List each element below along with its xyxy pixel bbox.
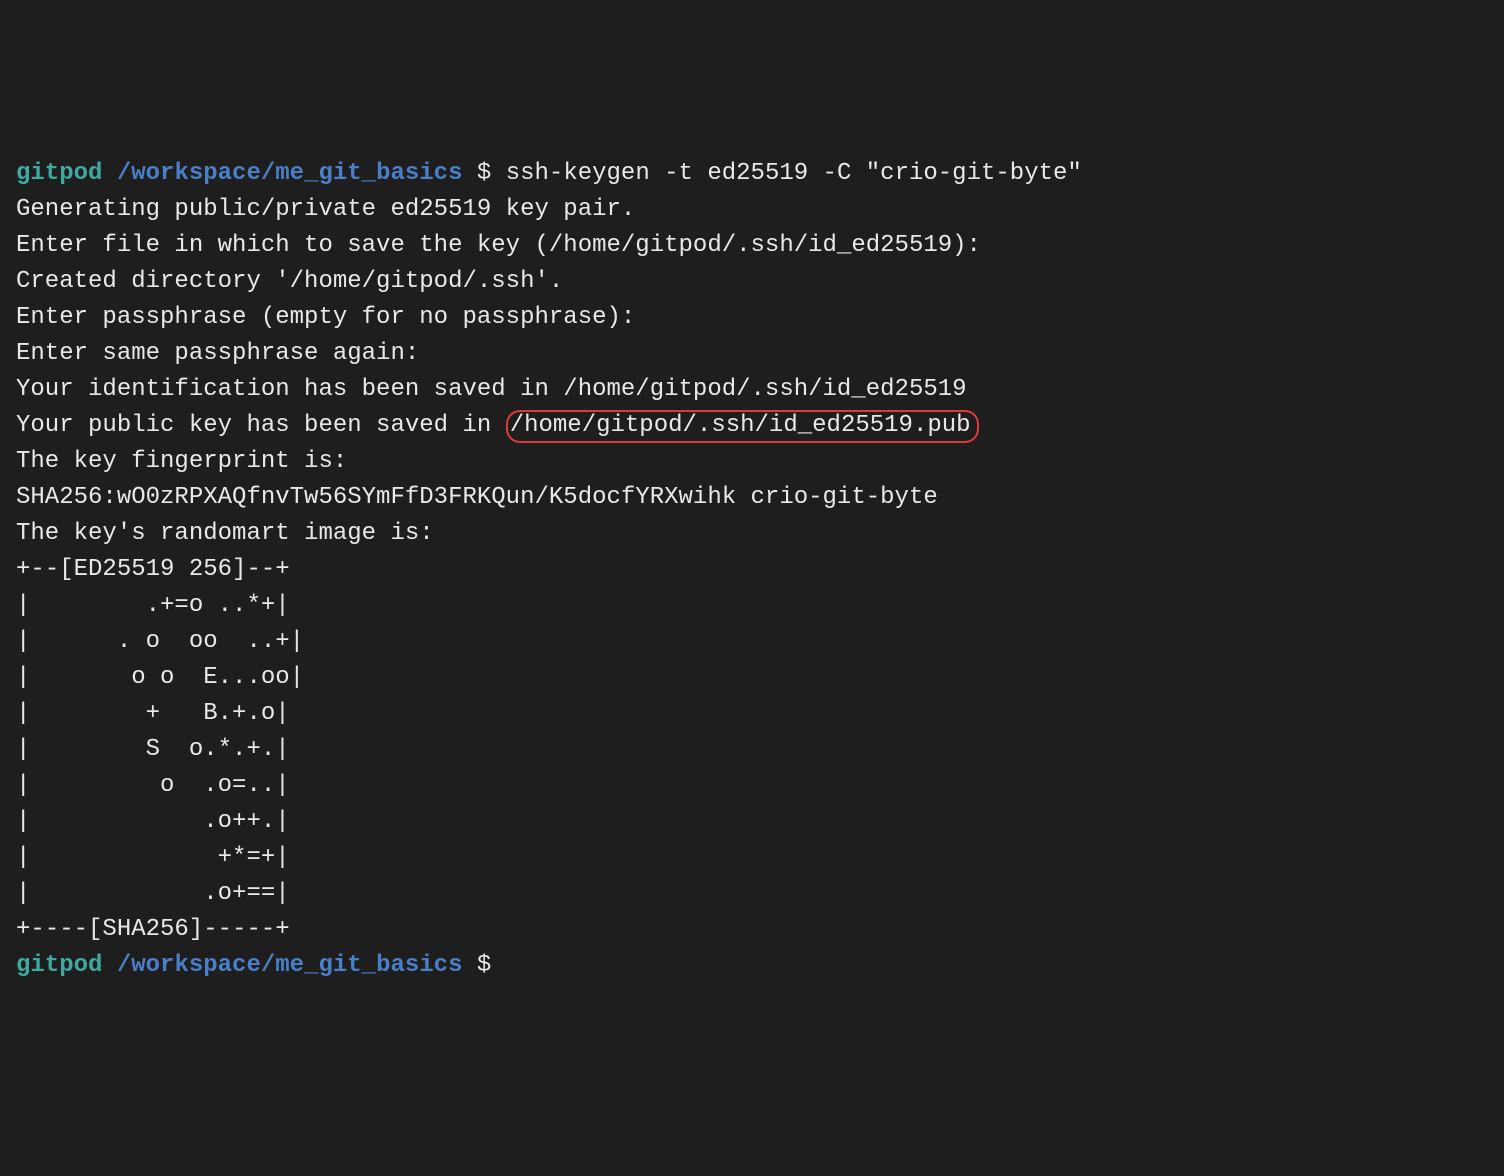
randomart-line: | .+=o ..*+|: [16, 588, 1488, 624]
output-line: SHA256:wO0zRPXAQfnvTw56SYmFfD3FRKQun/K5d…: [16, 480, 1488, 516]
output-line: The key fingerprint is:: [16, 444, 1488, 480]
randomart-line: | .o++.|: [16, 804, 1488, 840]
highlighted-path: /home/gitpod/.ssh/id_ed25519.pub: [506, 410, 979, 443]
output-line: The key's randomart image is:: [16, 516, 1488, 552]
randomart-line: | o .o=..|: [16, 768, 1488, 804]
randomart-line: | + B.+.o|: [16, 696, 1488, 732]
prompt-dollar: $: [477, 160, 491, 187]
terminal-window[interactable]: gitpod /workspace/me_git_basics $ ssh-ke…: [16, 156, 1488, 984]
output-line: Created directory '/home/gitpod/.ssh'.: [16, 264, 1488, 300]
randomart-line: | . o oo ..+|: [16, 624, 1488, 660]
randomart-line: | o o E...oo|: [16, 660, 1488, 696]
prompt-line-2[interactable]: gitpod /workspace/me_git_basics $: [16, 948, 1488, 984]
command-input[interactable]: ssh-keygen -t ed25519 -C "crio-git-byte": [506, 160, 1082, 187]
prompt-path: /workspace/me_git_basics: [117, 160, 463, 187]
output-line-pubkey: Your public key has been saved in /home/…: [16, 408, 1488, 444]
randomart-line: +--[ED25519 256]--+: [16, 552, 1488, 588]
output-line: Enter file in which to save the key (/ho…: [16, 228, 1488, 264]
randomart-line: | S o.*.+.|: [16, 732, 1488, 768]
randomart-line: +----[SHA256]-----+: [16, 912, 1488, 948]
prompt-path: /workspace/me_git_basics: [117, 952, 463, 979]
prompt-user: gitpod: [16, 952, 102, 979]
prompt-dollar: $: [477, 952, 491, 979]
output-line: Generating public/private ed25519 key pa…: [16, 192, 1488, 228]
randomart-line: | .o+==|: [16, 876, 1488, 912]
output-line: Enter passphrase (empty for no passphras…: [16, 300, 1488, 336]
prompt-line-1: gitpod /workspace/me_git_basics $ ssh-ke…: [16, 156, 1488, 192]
prompt-user: gitpod: [16, 160, 102, 187]
output-text: Your public key has been saved in: [16, 412, 506, 439]
randomart-line: | +*=+|: [16, 840, 1488, 876]
output-line: Your identification has been saved in /h…: [16, 372, 1488, 408]
output-line: Enter same passphrase again:: [16, 336, 1488, 372]
